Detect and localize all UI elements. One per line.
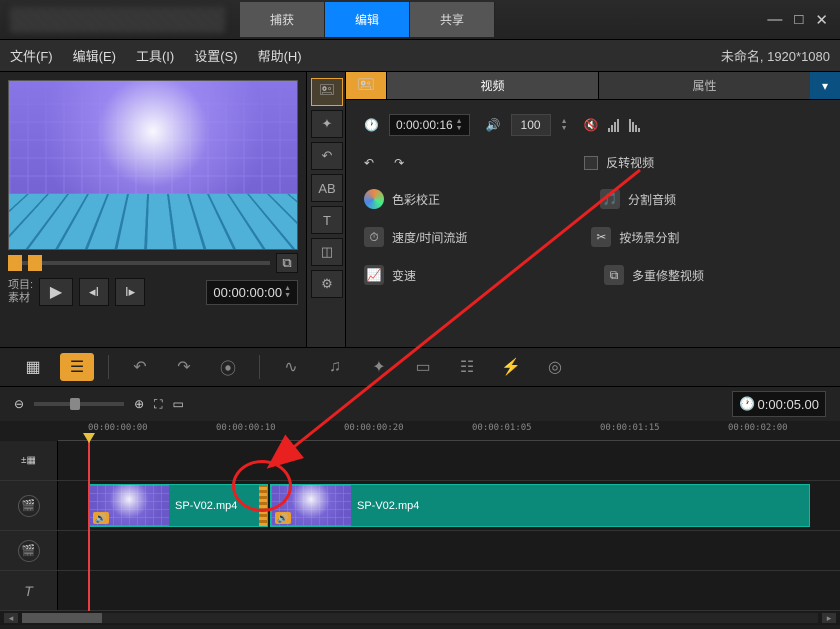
next-frame-button[interactable]: I▸ <box>115 278 145 306</box>
menu-file[interactable]: 文件(F) <box>10 46 53 65</box>
split-audio-button[interactable]: 🎵分割音频 <box>600 189 676 209</box>
clock-icon: 🕐 <box>364 118 379 132</box>
tab-edit[interactable]: 编辑 <box>325 2 410 37</box>
menu-settings[interactable]: 设置(S) <box>194 46 237 65</box>
fade-out-icon[interactable] <box>629 118 640 132</box>
tool-audio-icon[interactable]: ⚙ <box>311 270 343 298</box>
film-icon: 🎬 <box>18 540 40 562</box>
title-icon: T <box>18 580 40 602</box>
ruler-tick: 00:00:00:20 <box>344 423 404 433</box>
trim-left-handle[interactable] <box>8 255 22 271</box>
video-track-header[interactable]: 🎬 <box>0 481 58 530</box>
tracking-icon[interactable]: ◎ <box>538 353 572 381</box>
panel-dropdown-icon[interactable]: ▾ <box>810 72 840 99</box>
auto-music-icon[interactable]: ♫ <box>318 353 352 381</box>
undo-icon[interactable]: ↶ <box>123 353 157 381</box>
fit-clip-icon[interactable]: ▭ <box>173 397 184 411</box>
fit-project-icon[interactable]: ⛶ <box>154 397 162 412</box>
clip-label: SP-V02.mp4 <box>175 500 237 512</box>
fade-in-icon[interactable] <box>608 118 619 132</box>
trim-bar[interactable] <box>8 261 270 265</box>
tool-title-icon[interactable]: AB <box>311 174 343 202</box>
zoom-out-icon[interactable]: ⊖ <box>14 397 24 411</box>
timeline-ruler[interactable]: 00:00:00:00 00:00:00:10 00:00:00:20 00:0… <box>58 421 840 441</box>
tool-overlay-icon[interactable]: ◫ <box>311 238 343 266</box>
zoom-slider[interactable] <box>34 402 124 406</box>
track-toggle-header[interactable]: ±▦ <box>0 441 58 480</box>
tool-media-icon[interactable]: 🖭 <box>311 78 343 106</box>
app-logo <box>10 7 225 33</box>
storyboard-view-icon[interactable]: ▦ <box>16 353 50 381</box>
menu-help[interactable]: 帮助(H) <box>258 46 302 65</box>
playhead[interactable] <box>88 441 90 611</box>
clip-1[interactable]: SP-V02.mp4 🔊 <box>88 484 268 527</box>
multi-trim-button[interactable]: ⧉多重修整视频 <box>604 265 704 285</box>
ruler-tick: 00:00:01:05 <box>472 423 532 433</box>
redo-icon[interactable]: ↷ <box>167 353 201 381</box>
color-correction-button[interactable]: 色彩校正 <box>364 189 440 209</box>
clip-right-handle[interactable] <box>259 485 267 526</box>
close-button[interactable]: ✕ <box>815 11 828 29</box>
maximize-button[interactable]: □ <box>794 11 803 29</box>
duration-field[interactable]: 0:00:00:16▲▼ <box>389 114 470 136</box>
rotate-right-button[interactable]: ↷ <box>394 154 404 171</box>
scroll-right-icon[interactable]: ▸ <box>822 613 836 623</box>
film-icon: 🎬 <box>18 495 40 517</box>
menu-edit[interactable]: 编辑(E) <box>73 46 116 65</box>
subtitle-icon[interactable]: ▭ <box>406 353 440 381</box>
project-status: 未命名, 1920*1080 <box>721 46 830 65</box>
trim-right-handle[interactable] <box>28 255 42 271</box>
tool-text-icon[interactable]: T <box>311 206 343 234</box>
panel-icon: 🖭 <box>346 72 386 99</box>
reverse-video-button[interactable]: 反转视频 <box>584 154 654 171</box>
menu-tools[interactable]: 工具(I) <box>136 46 174 65</box>
loop-icon[interactable]: ⧉ <box>276 253 298 273</box>
ruler-tick: 00:00:00:10 <box>216 423 276 433</box>
clip-2[interactable]: SP-V02.mp4 🔊 <box>270 484 810 527</box>
preview-viewport[interactable] <box>8 80 298 250</box>
scroll-left-icon[interactable]: ◂ <box>4 613 18 623</box>
record-icon[interactable]: ⦿ <box>211 353 245 381</box>
audio-badge-icon: 🔊 <box>275 512 291 524</box>
speed-time-button[interactable]: ⏱速度/时间流逝 <box>364 227 467 247</box>
reverse-checkbox[interactable] <box>584 156 598 170</box>
clip-label: SP-V02.mp4 <box>357 500 419 512</box>
mute-icon[interactable]: 🔇 <box>584 118 599 132</box>
split-scene-button[interactable]: ✂按场景分割 <box>591 227 679 247</box>
timeline-view-icon[interactable]: ☰ <box>60 353 94 381</box>
ruler-tick: 00:00:00:00 <box>88 423 148 433</box>
preview-timecode[interactable]: 00:00:00:00▲▼ <box>206 280 298 305</box>
prev-frame-button[interactable]: ◂I <box>79 278 109 306</box>
motion-icon[interactable]: ⚡ <box>494 353 528 381</box>
mode-label: 项目:素材 <box>8 279 33 305</box>
track-manager-icon[interactable]: ☷ <box>450 353 484 381</box>
volume-field[interactable]: 100 <box>511 114 551 136</box>
audio-badge-icon: 🔊 <box>93 512 109 524</box>
overlay-track-header[interactable]: 🎬 <box>0 531 58 570</box>
tab-share[interactable]: 共享 <box>410 2 495 37</box>
play-button[interactable]: ▶ <box>39 278 73 306</box>
audio-mixer-icon[interactable]: ∿ <box>274 353 308 381</box>
tool-effects-icon[interactable]: ✦ <box>311 110 343 138</box>
rotate-left-button[interactable]: ↶ <box>364 154 374 171</box>
tab-video[interactable]: 视频 <box>386 72 598 99</box>
ruler-tick: 00:00:02:00 <box>728 423 788 433</box>
chapter-icon[interactable]: ✦ <box>362 353 396 381</box>
tool-transitions-icon[interactable]: ↶ <box>311 142 343 170</box>
tab-capture[interactable]: 捕获 <box>240 2 325 37</box>
tab-attributes[interactable]: 属性 <box>598 72 810 99</box>
zoom-timecode[interactable]: 🕐 0:00:05.00 <box>732 391 826 417</box>
minimize-button[interactable]: — <box>767 11 782 29</box>
ruler-tick: 00:00:01:15 <box>600 423 660 433</box>
variable-speed-button[interactable]: 📈变速 <box>364 265 416 285</box>
title-track-header[interactable]: T <box>0 571 58 610</box>
zoom-in-icon[interactable]: ⊕ <box>134 397 144 411</box>
horizontal-scrollbar[interactable] <box>22 613 818 623</box>
speaker-icon: 🔊 <box>486 118 501 132</box>
